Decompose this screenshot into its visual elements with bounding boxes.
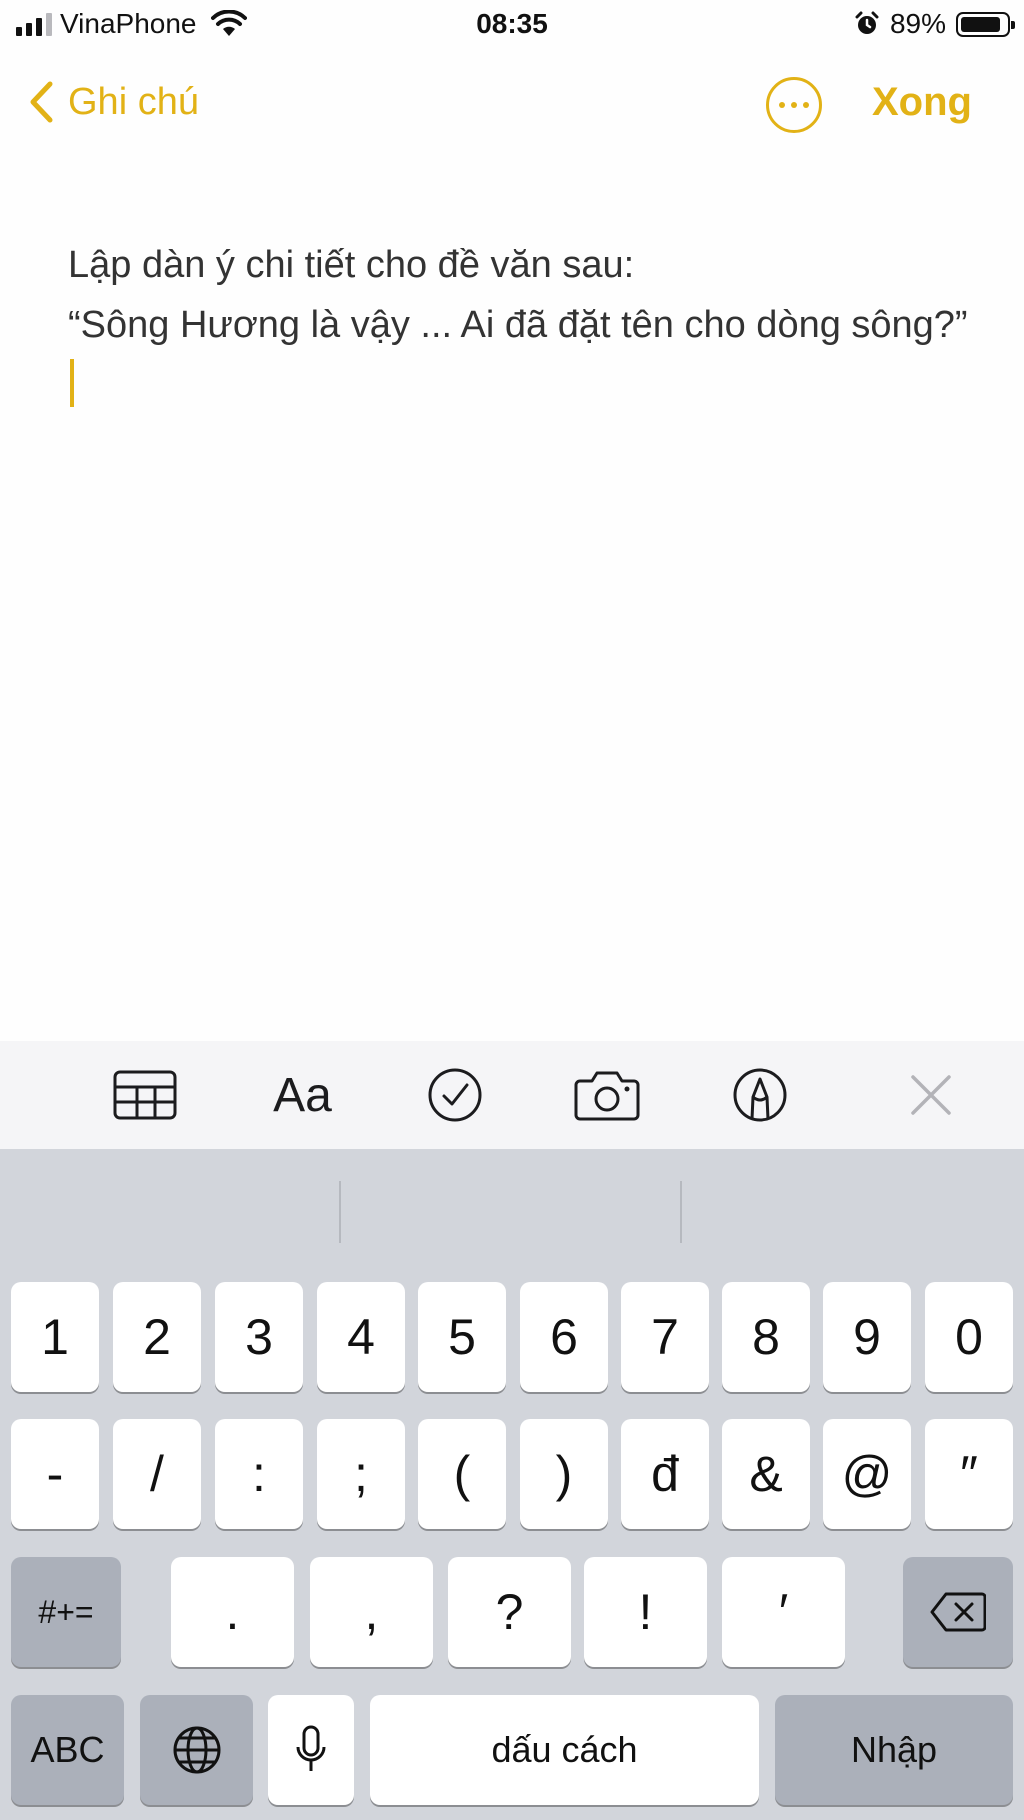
key-3[interactable]: 3 bbox=[215, 1282, 303, 1392]
dictation-key[interactable] bbox=[268, 1695, 354, 1805]
done-button[interactable]: Xong bbox=[872, 80, 972, 125]
format-toolbar: Aa bbox=[0, 1041, 1024, 1149]
table-button[interactable] bbox=[110, 1063, 180, 1127]
key-0[interactable]: 0 bbox=[925, 1282, 1013, 1392]
more-options-button[interactable] bbox=[766, 77, 822, 133]
globe-key[interactable] bbox=[140, 1695, 253, 1805]
camera-button[interactable] bbox=[572, 1063, 642, 1127]
keyboard: 1 2 3 4 5 6 7 8 9 0 - / : ; ( ) đ & @ ″ … bbox=[0, 1149, 1024, 1820]
key-abc[interactable]: ABC bbox=[11, 1695, 124, 1805]
delete-key[interactable] bbox=[903, 1557, 1013, 1667]
checklist-icon bbox=[428, 1068, 482, 1122]
note-editor[interactable]: Lập dàn ý chi tiết cho đề văn sau: “Sông… bbox=[68, 235, 968, 415]
key-9[interactable]: 9 bbox=[823, 1282, 911, 1392]
ellipsis-icon bbox=[779, 102, 785, 108]
ellipsis-dot bbox=[803, 102, 809, 108]
key-comma[interactable]: , bbox=[310, 1557, 433, 1667]
note-line-2-text: “Sông Hương là vậy ... Ai đã đặt tên cho… bbox=[68, 304, 968, 346]
alarm-icon bbox=[855, 11, 879, 34]
close-icon bbox=[911, 1075, 951, 1115]
back-button[interactable]: Ghi chú bbox=[28, 80, 199, 124]
key-apostrophe[interactable]: ′ bbox=[722, 1557, 845, 1667]
nav-bar: Ghi chú Xong bbox=[0, 70, 1024, 140]
markup-icon bbox=[733, 1068, 787, 1122]
key-d-stroke[interactable]: đ bbox=[621, 1419, 709, 1529]
close-toolbar-button[interactable] bbox=[908, 1063, 954, 1127]
key-8[interactable]: 8 bbox=[722, 1282, 810, 1392]
globe-icon bbox=[173, 1726, 220, 1774]
ellipsis-dot bbox=[791, 102, 797, 108]
key-exclamation[interactable]: ! bbox=[584, 1557, 707, 1667]
key-slash[interactable]: / bbox=[113, 1419, 201, 1529]
key-5[interactable]: 5 bbox=[418, 1282, 506, 1392]
key-question[interactable]: ? bbox=[448, 1557, 571, 1667]
note-line-1: Lập dàn ý chi tiết cho đề văn sau: bbox=[68, 244, 635, 286]
key-more-symbols[interactable]: #+= bbox=[11, 1557, 121, 1667]
key-4[interactable]: 4 bbox=[317, 1282, 405, 1392]
key-hyphen[interactable]: - bbox=[11, 1419, 99, 1529]
checklist-button[interactable] bbox=[425, 1063, 485, 1127]
return-key[interactable]: Nhập bbox=[775, 1695, 1013, 1805]
key-period[interactable]: . bbox=[171, 1557, 294, 1667]
key-double-quote[interactable]: ″ bbox=[925, 1419, 1013, 1529]
text-format-button[interactable]: Aa bbox=[265, 1063, 340, 1127]
key-ampersand[interactable]: & bbox=[722, 1419, 810, 1529]
suggestion-divider bbox=[680, 1181, 682, 1243]
key-close-paren[interactable]: ) bbox=[520, 1419, 608, 1529]
key-6[interactable]: 6 bbox=[520, 1282, 608, 1392]
key-at[interactable]: @ bbox=[823, 1419, 911, 1529]
key-colon[interactable]: : bbox=[215, 1419, 303, 1529]
camera-icon bbox=[574, 1071, 640, 1121]
table-icon bbox=[113, 1070, 177, 1120]
key-2[interactable]: 2 bbox=[113, 1282, 201, 1392]
markup-button[interactable] bbox=[730, 1063, 790, 1127]
text-cursor bbox=[70, 359, 74, 407]
status-right: 89% bbox=[854, 8, 1015, 40]
key-semicolon[interactable]: ; bbox=[317, 1419, 405, 1529]
note-line-2: “Sông Hương là vậy ... Ai đã đặt tên cho… bbox=[68, 295, 968, 415]
battery-icon bbox=[956, 11, 1015, 37]
backspace-icon bbox=[930, 1592, 986, 1632]
key-1[interactable]: 1 bbox=[11, 1282, 99, 1392]
battery-percent: 89% bbox=[889, 8, 946, 39]
space-key[interactable]: dấu cách bbox=[370, 1695, 759, 1805]
status-bar: VinaPhone 08:35 89% bbox=[0, 0, 1024, 52]
key-7[interactable]: 7 bbox=[621, 1282, 709, 1392]
back-button-label: Ghi chú bbox=[68, 80, 199, 123]
chevron-left-icon bbox=[30, 81, 53, 123]
suggestion-divider bbox=[339, 1181, 341, 1243]
microphone-icon bbox=[296, 1725, 326, 1771]
key-open-paren[interactable]: ( bbox=[418, 1419, 506, 1529]
